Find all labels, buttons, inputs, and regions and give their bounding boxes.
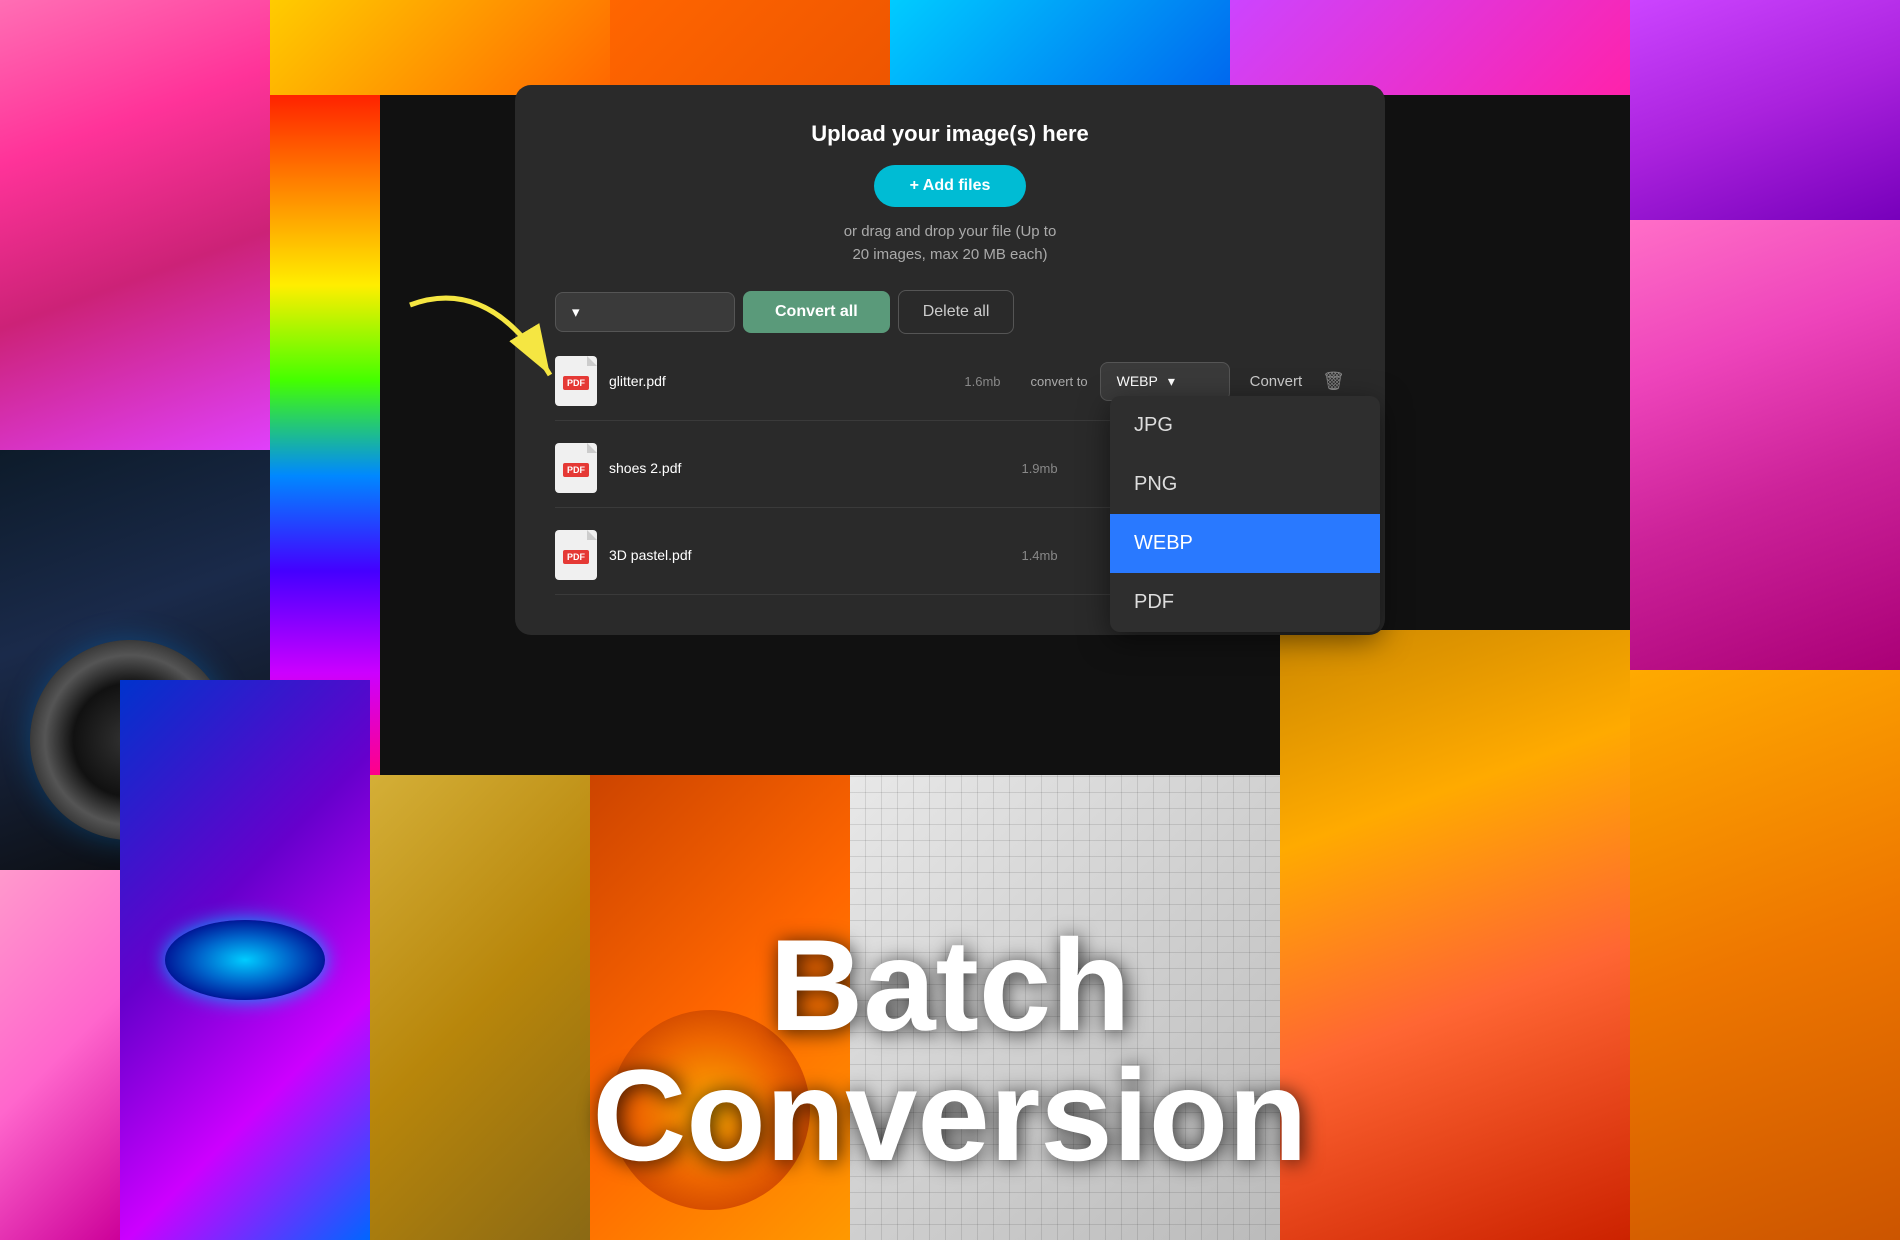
bg-tile-colorful-eye: [120, 680, 370, 1240]
bg-tile-top-c1: [270, 0, 610, 95]
file-icon-2: PDF: [555, 443, 597, 493]
chevron-down-icon: ▾: [572, 303, 580, 321]
delete-button-1[interactable]: 🗑: [1322, 371, 1345, 392]
file-icon-1: PDF: [555, 356, 597, 406]
bg-tile-woman-sunglasses: [1280, 630, 1630, 1240]
drag-drop-text: or drag and drop your file (Up to20 imag…: [555, 221, 1345, 266]
bg-tile-glitter: [370, 775, 590, 1240]
format-value-1: WEBP: [1117, 373, 1158, 389]
file-size-1: 1.6mb: [964, 374, 1000, 389]
file-icon-3: PDF: [555, 530, 597, 580]
chevron-icon-1: ▾: [1168, 373, 1175, 390]
toolbar-row: ▾ Convert all Delete all: [555, 290, 1345, 334]
bg-tile-basketball: [590, 775, 850, 1240]
dropdown-option-webp[interactable]: WEBP: [1110, 514, 1380, 573]
upload-title: Upload your image(s) here: [555, 121, 1345, 147]
file-list: PDF glitter.pdf 1.6mb convert to WEBP ▾ …: [555, 342, 1345, 595]
format-dropdown-overlay: JPG PNG WEBP PDF: [1110, 396, 1380, 632]
bg-tile-pink-portrait: [0, 0, 270, 450]
file-name-1: glitter.pdf: [609, 373, 964, 389]
dropdown-option-png[interactable]: PNG: [1110, 455, 1380, 514]
bg-tile-mesh: [850, 775, 1280, 1240]
dropdown-option-jpg[interactable]: JPG: [1110, 396, 1380, 455]
pdf-badge-3: PDF: [563, 550, 589, 564]
bg-tile-bot-right: [1630, 670, 1900, 1240]
bg-tile-bot-left-1: [0, 870, 120, 1240]
global-format-dropdown[interactable]: ▾: [555, 292, 735, 332]
file-name-2: shoes 2.pdf: [609, 460, 1021, 476]
delete-all-button[interactable]: Delete all: [898, 290, 1015, 334]
bg-tile-rainbow-arch: [270, 95, 380, 775]
pdf-badge-1: PDF: [563, 376, 589, 390]
convert-all-button[interactable]: Convert all: [743, 291, 890, 333]
file-size-2: 1.9mb: [1021, 461, 1057, 476]
dropdown-option-pdf[interactable]: PDF: [1110, 573, 1380, 632]
add-files-button[interactable]: + Add files: [874, 165, 1027, 207]
main-panel: Upload your image(s) here + Add files or…: [515, 85, 1385, 635]
bg-tile-purple-shoe: [1630, 0, 1900, 220]
file-name-3: 3D pastel.pdf: [609, 547, 1021, 563]
pdf-badge-2: PDF: [563, 463, 589, 477]
file-size-3: 1.4mb: [1021, 548, 1057, 563]
bg-tile-top-c3: [890, 0, 1230, 95]
convert-to-label-1: convert to: [1031, 374, 1088, 389]
bg-tile-top-c2: [610, 0, 890, 95]
bg-tile-top-c4: [1230, 0, 1630, 95]
convert-button-1[interactable]: Convert: [1250, 373, 1303, 390]
format-select-1[interactable]: WEBP ▾: [1100, 362, 1230, 401]
bg-tile-right-woman: [1630, 220, 1900, 670]
